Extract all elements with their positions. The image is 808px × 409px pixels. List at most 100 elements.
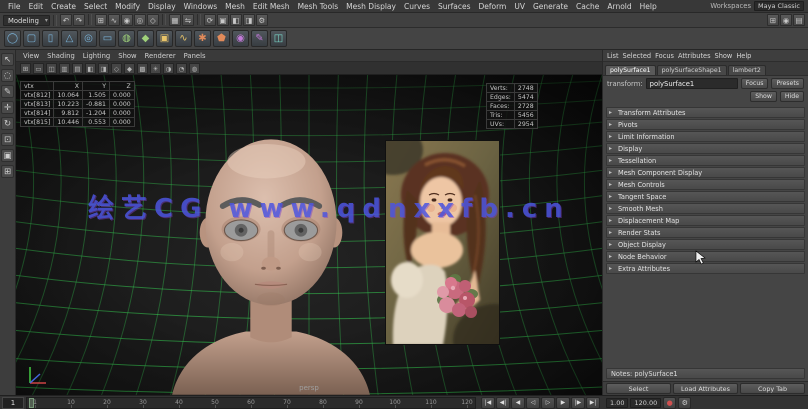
workspace-selector[interactable]: Maya Classic (754, 1, 804, 11)
ae-menu-attributes[interactable]: Attributes (678, 52, 711, 60)
go-to-end-button[interactable]: ▶| (586, 397, 600, 409)
paint-select-tool-icon[interactable]: ✎ (1, 85, 14, 98)
select-button[interactable]: Select (606, 383, 671, 394)
snap-point-icon[interactable]: ◉ (121, 14, 133, 26)
resolution-gate-icon[interactable]: ◫ (46, 63, 57, 74)
poly-cylinder-icon[interactable]: ▯ (42, 30, 59, 47)
camera-lock-icon[interactable]: ◉ (780, 14, 792, 26)
menu-deform[interactable]: Deform (474, 2, 510, 11)
poly-pipe-icon[interactable]: ▣ (156, 30, 173, 47)
component-editor-overlay[interactable]: vtxXYZvtx[812]10.0641.5050.000vtx[813]10… (20, 81, 135, 127)
table-cell[interactable]: 9.812 (54, 109, 83, 118)
menu-select[interactable]: Select (80, 2, 111, 11)
head-model[interactable] (156, 123, 386, 395)
table-cell[interactable]: vtx[812] (21, 91, 54, 100)
lasso-tool-icon[interactable]: ◌ (1, 69, 14, 82)
menu-mesh[interactable]: Mesh (221, 2, 249, 11)
table-row[interactable]: vtx[814]9.812-1.2040.000 (21, 109, 135, 118)
ae-menu-selected[interactable]: Selected (623, 52, 652, 60)
menu-edit-mesh[interactable]: Edit Mesh (249, 2, 294, 11)
ae-menu-focus[interactable]: Focus (655, 52, 674, 60)
play-forwards-button[interactable]: ▷ (541, 397, 555, 409)
poly-cube-icon[interactable]: ▢ (23, 30, 40, 47)
shadows-icon[interactable]: ◑ (163, 63, 174, 74)
range-start-field[interactable]: 1.00 (606, 398, 628, 408)
table-row[interactable]: vtx[815]10.4460.5530.000 (21, 118, 135, 127)
ambient-occlusion-icon[interactable]: ◔ (176, 63, 187, 74)
step-back-frame-button[interactable]: ◀ (511, 397, 525, 409)
make-live-icon[interactable]: ▦ (169, 14, 181, 26)
play-backwards-button[interactable]: ◁ (526, 397, 540, 409)
ae-menu-show[interactable]: Show (715, 52, 733, 60)
node-name-field[interactable]: polySurface1 (646, 78, 738, 89)
go-to-start-button[interactable]: |◀ (481, 397, 495, 409)
move-tool-icon[interactable]: ✛ (1, 101, 14, 114)
table-cell[interactable]: 0.000 (110, 109, 135, 118)
perspective-viewport[interactable]: ViewShadingLightingShowRendererPanels ⊞▭… (16, 50, 602, 395)
table-cell[interactable]: 10.064 (54, 91, 83, 100)
panel-menu-renderer[interactable]: Renderer (142, 52, 179, 60)
menu-modify[interactable]: Modify (111, 2, 144, 11)
auto-key-icon[interactable]: ● (663, 397, 676, 409)
scale-tool-icon[interactable]: ⊡ (1, 133, 14, 146)
snap-projected-center-icon[interactable]: ◎ (134, 14, 146, 26)
menu-surfaces[interactable]: Surfaces (434, 2, 474, 11)
render-settings-icon[interactable]: ⚙ (256, 14, 268, 26)
table-cell[interactable]: -1.204 (83, 109, 110, 118)
table-cell[interactable]: 1.505 (83, 91, 110, 100)
panel-menu-show[interactable]: Show (115, 52, 139, 60)
section-node-behavior[interactable]: ▸Node Behavior (606, 251, 805, 262)
helix-icon[interactable]: ∿ (175, 30, 192, 47)
menu-mesh-tools[interactable]: Mesh Tools (294, 2, 343, 11)
safe-title-icon[interactable]: ◨ (98, 63, 109, 74)
menu-create[interactable]: Create (47, 2, 80, 11)
panel-menu-lighting[interactable]: Lighting (80, 52, 113, 60)
section-smooth-mesh[interactable]: ▸Smooth Mesh (606, 203, 805, 214)
lights-icon[interactable]: ☀ (150, 63, 161, 74)
field-chart-icon[interactable]: ▤ (72, 63, 83, 74)
gear-icon[interactable]: ✱ (194, 30, 211, 47)
step-forward-key-button[interactable]: |▶ (571, 397, 585, 409)
hud-toggle-icon[interactable]: ▤ (793, 14, 805, 26)
table-cell[interactable]: 0.000 (110, 100, 135, 109)
hide-button[interactable]: Hide (780, 91, 804, 102)
animation-preferences-icon[interactable]: ⚙ (678, 397, 691, 409)
shaded-icon[interactable]: ◆ (124, 63, 135, 74)
wireframe-icon[interactable]: ◇ (111, 63, 122, 74)
menu-edit[interactable]: Edit (25, 2, 48, 11)
ae-tab-polysurfaceshape1[interactable]: polySurfaceShape1 (657, 65, 727, 75)
safe-action-icon[interactable]: ◧ (85, 63, 96, 74)
table-cell[interactable]: 0.553 (83, 118, 110, 127)
show-button[interactable]: Show (750, 91, 777, 102)
section-tessellation[interactable]: ▸Tessellation (606, 155, 805, 166)
section-mesh-controls[interactable]: ▸Mesh Controls (606, 179, 805, 190)
platonic-solid-icon[interactable]: ◆ (137, 30, 154, 47)
table-cell[interactable]: 0.000 (110, 91, 135, 100)
table-row[interactable]: vtx[813]10.223-0.8810.000 (21, 100, 135, 109)
snap-curve-icon[interactable]: ∿ (108, 14, 120, 26)
construction-history-icon[interactable]: ⟳ (204, 14, 216, 26)
menu-uv[interactable]: UV (510, 2, 529, 11)
section-render-stats[interactable]: ▸Render Stats (606, 227, 805, 238)
panel-menu-panels[interactable]: Panels (181, 52, 209, 60)
section-pivots[interactable]: ▸Pivots (606, 119, 805, 130)
undo-icon[interactable]: ↶ (60, 14, 72, 26)
step-back-key-button[interactable]: ◀| (496, 397, 510, 409)
four-pane-layout-icon[interactable]: ⊞ (1, 165, 14, 178)
single-pane-layout-icon[interactable]: ▣ (1, 149, 14, 162)
scene-3d-area[interactable]: vtxXYZvtx[812]10.0641.5050.000vtx[813]10… (16, 75, 602, 395)
poly-plane-icon[interactable]: ▭ (99, 30, 116, 47)
menu-generate[interactable]: Generate (529, 2, 572, 11)
section-limit-information[interactable]: ▸Limit Information (606, 131, 805, 142)
table-cell[interactable]: 0.000 (110, 118, 135, 127)
time-slider-track[interactable]: 1102030405060708090100110120 (26, 397, 476, 409)
table-cell[interactable]: vtx[815] (21, 118, 54, 127)
section-transform-attributes[interactable]: ▸Transform Attributes (606, 107, 805, 118)
copy-tab-button[interactable]: Copy Tab (740, 383, 805, 394)
poly-torus-icon[interactable]: ◎ (80, 30, 97, 47)
render-current-frame-icon[interactable]: ◧ (230, 14, 242, 26)
menu-file[interactable]: File (4, 2, 25, 11)
current-frame-field[interactable]: 1 (2, 397, 24, 409)
table-cell[interactable]: vtx[813] (21, 100, 54, 109)
panel-menu-shading[interactable]: Shading (44, 52, 78, 60)
